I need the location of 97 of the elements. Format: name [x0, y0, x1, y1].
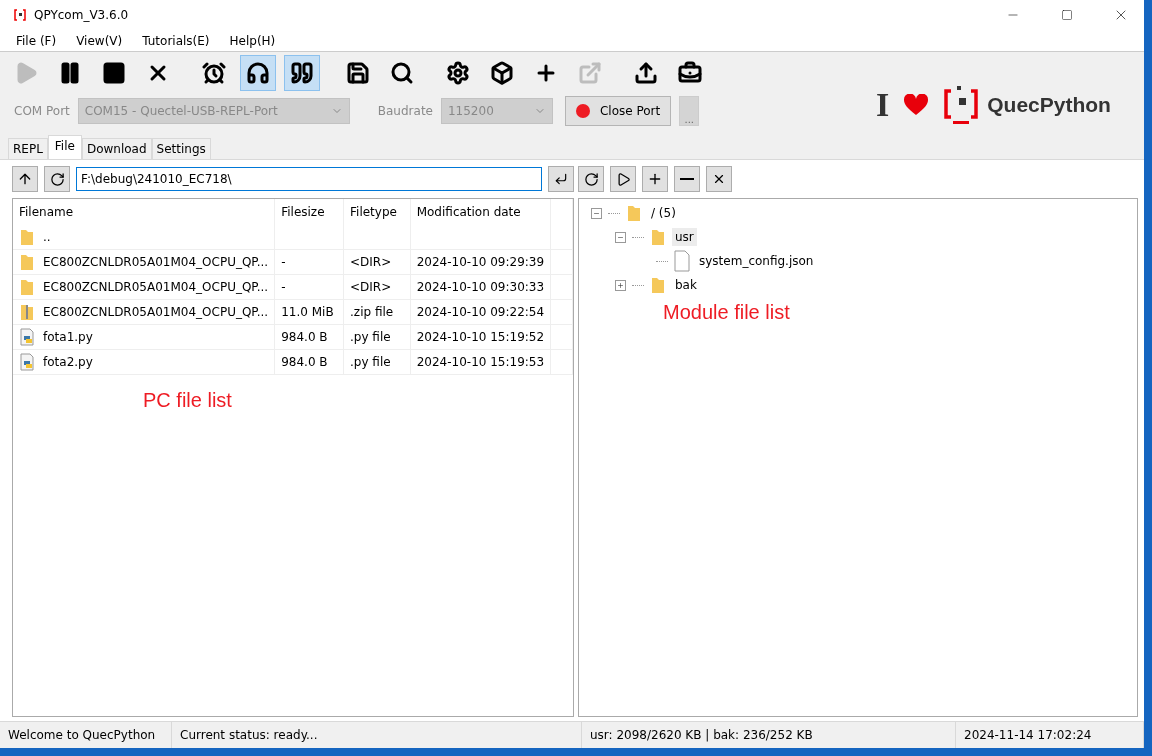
- brand-name: QuecPython: [987, 93, 1111, 117]
- file-name[interactable]: EC800ZCNLDR05A01M04_OCPU_QP...: [43, 305, 269, 319]
- file-type: <DIR>: [350, 280, 392, 294]
- headphones-icon: [246, 61, 270, 85]
- folder-icon: [650, 276, 666, 294]
- annotation-text: PC file list: [143, 389, 232, 412]
- folder-icon: [19, 278, 35, 296]
- file-size: 11.0 MiB: [281, 305, 334, 319]
- tab[interactable]: File: [47, 135, 82, 159]
- file-type: <DIR>: [350, 255, 392, 269]
- refresh-button[interactable]: [578, 166, 604, 192]
- menu-item[interactable]: Help(H): [221, 33, 284, 48]
- python-file-icon: [19, 328, 35, 346]
- folder-icon: [19, 253, 35, 271]
- upload-icon: [634, 61, 658, 85]
- refresh-button[interactable]: [44, 166, 70, 192]
- tab[interactable]: REPL: [8, 138, 48, 159]
- heart-icon: [903, 94, 930, 116]
- zip-folder-icon: [19, 303, 35, 321]
- play-icon: [615, 171, 631, 187]
- file-type: .zip file: [350, 305, 394, 319]
- modification-date: 2024-10-10 09:22:54: [416, 305, 545, 319]
- column-header[interactable]: Modification date: [410, 199, 551, 225]
- refresh-icon: [49, 171, 65, 187]
- com-port-label: COM Port: [14, 104, 70, 118]
- tab[interactable]: Settings: [151, 138, 211, 159]
- menu-item[interactable]: View(V): [68, 33, 131, 48]
- cube-icon: [490, 61, 514, 85]
- tab[interactable]: Download: [81, 138, 152, 159]
- refresh-icon: [583, 171, 599, 187]
- collapse-icon[interactable]: [591, 207, 602, 219]
- folder-icon: [650, 228, 666, 246]
- column-header[interactable]: Filetype: [343, 199, 411, 225]
- file-name[interactable]: fota2.py: [43, 355, 93, 369]
- folder-icon: [626, 204, 642, 222]
- status-text: usr: 2098/2620 KB | bak: 236/252 KB: [582, 722, 956, 748]
- add-button[interactable]: [642, 166, 668, 192]
- alarm-clock-icon: [202, 61, 226, 85]
- menu-item[interactable]: File (F): [8, 33, 65, 48]
- logo-letter: I: [876, 86, 890, 124]
- tree-item[interactable]: system_config.json: [696, 252, 817, 270]
- file-icon: [674, 250, 690, 272]
- headphones-button[interactable]: [240, 55, 276, 91]
- search-icon: [390, 61, 414, 85]
- status-text: Welcome to QuecPython: [0, 722, 172, 748]
- annotation-text: Module file list: [663, 301, 790, 324]
- file-name[interactable]: fota1.py: [43, 330, 93, 344]
- toolbox-icon: [678, 61, 702, 85]
- expand-icon[interactable]: [615, 279, 626, 291]
- tree-item[interactable]: / (5): [648, 204, 679, 222]
- baudrate-label: Baudrate: [377, 104, 433, 118]
- close-icon: [712, 172, 726, 186]
- status-text: 2024-11-14 17:02:24: [956, 722, 1144, 748]
- more-button[interactable]: ...: [679, 96, 700, 126]
- file-size: -: [281, 280, 286, 294]
- menu-item[interactable]: Tutorials(E): [134, 33, 218, 48]
- modification-date: 2024-10-10 09:30:33: [416, 280, 545, 294]
- plus-icon: [647, 171, 663, 187]
- file-size: 984.0 B: [281, 355, 328, 369]
- enter-button[interactable]: [548, 166, 574, 192]
- remove-button[interactable]: [674, 166, 700, 192]
- modification-date: 2024-10-10 15:19:52: [416, 330, 545, 344]
- up-button[interactable]: [12, 166, 38, 192]
- file-size: 984.0 B: [281, 330, 328, 344]
- window-title: QPYcom_V3.6.0: [34, 8, 130, 22]
- path-field[interactable]: F:\debug\241010_EC718\: [76, 167, 542, 191]
- quote-icon: [290, 61, 314, 85]
- enter-icon: [554, 172, 568, 186]
- modification-date: 2024-10-10 09:29:39: [416, 255, 545, 269]
- tree-item[interactable]: usr: [672, 228, 697, 246]
- file-type: .py file: [350, 330, 391, 344]
- stop-icon: [102, 61, 126, 85]
- modification-date: 2024-10-10 15:19:53: [416, 355, 545, 369]
- status-text: Current status: ready...: [172, 722, 582, 748]
- delete-button[interactable]: [706, 166, 732, 192]
- brand-logo-icon: [943, 85, 980, 125]
- python-file-icon: [19, 353, 35, 371]
- column-header[interactable]: Filename: [13, 199, 275, 225]
- file-name[interactable]: EC800ZCNLDR05A01M04_OCPU_QP...: [43, 255, 269, 269]
- minus-icon: [680, 178, 694, 180]
- settings-icon: [446, 61, 470, 85]
- file-type: .py file: [350, 355, 391, 369]
- column-header[interactable]: Filesize: [274, 199, 344, 225]
- maximize-icon: [1061, 9, 1073, 21]
- run-button[interactable]: [610, 166, 636, 192]
- app-logo-icon: [14, 9, 26, 21]
- file-size: -: [281, 255, 286, 269]
- close-port-button[interactable]: Close Port: [564, 96, 672, 126]
- external-link-icon: [578, 61, 602, 85]
- quote-button[interactable]: [284, 55, 320, 91]
- file-name[interactable]: ..: [43, 230, 51, 244]
- save-icon: [346, 61, 370, 85]
- folder-icon: [19, 228, 35, 246]
- file-name[interactable]: EC800ZCNLDR05A01M04_OCPU_QP...: [43, 280, 269, 294]
- tree-item[interactable]: bak: [672, 276, 700, 294]
- collapse-icon[interactable]: [615, 231, 626, 243]
- plus-icon: [617, 281, 624, 289]
